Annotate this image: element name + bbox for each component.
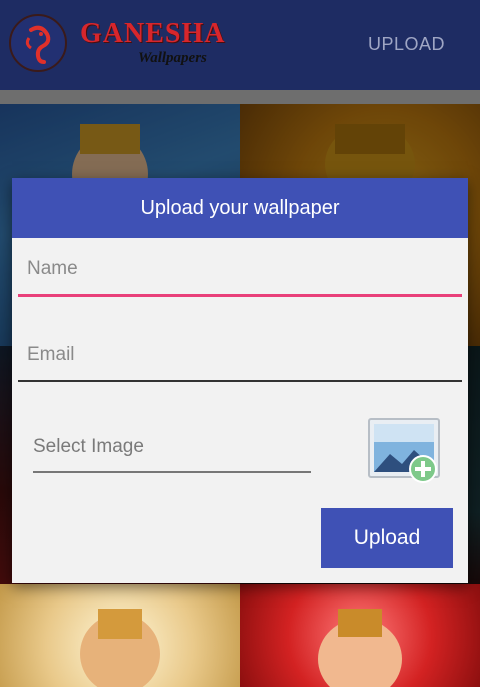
dialog-title: Upload your wallpaper	[12, 178, 468, 238]
name-underline	[18, 294, 462, 297]
name-field-container	[18, 242, 462, 297]
wallpaper-thumbnail[interactable]	[240, 584, 480, 687]
name-input[interactable]	[18, 242, 462, 294]
app-bar: GANESHA Wallpapers UPLOAD	[0, 0, 480, 90]
app-title: GANESHA	[80, 18, 226, 49]
grid-top-strip	[0, 90, 480, 104]
app-subtitle: Wallpapers	[138, 50, 207, 66]
ganesha-logo-icon	[9, 14, 67, 72]
upload-action-button[interactable]: UPLOAD	[368, 34, 445, 55]
wallpaper-thumbnail[interactable]	[0, 584, 240, 687]
email-input[interactable]	[18, 328, 462, 380]
select-image-field[interactable]: Select Image	[33, 428, 311, 473]
add-image-icon[interactable]	[368, 418, 440, 483]
email-field-container	[18, 328, 462, 382]
email-underline	[18, 380, 462, 382]
select-image-label: Select Image	[33, 436, 144, 457]
upload-dialog: Upload your wallpaper Select Image Uploa…	[12, 178, 468, 583]
select-image-underline	[33, 471, 311, 473]
upload-button[interactable]: Upload	[321, 508, 453, 568]
